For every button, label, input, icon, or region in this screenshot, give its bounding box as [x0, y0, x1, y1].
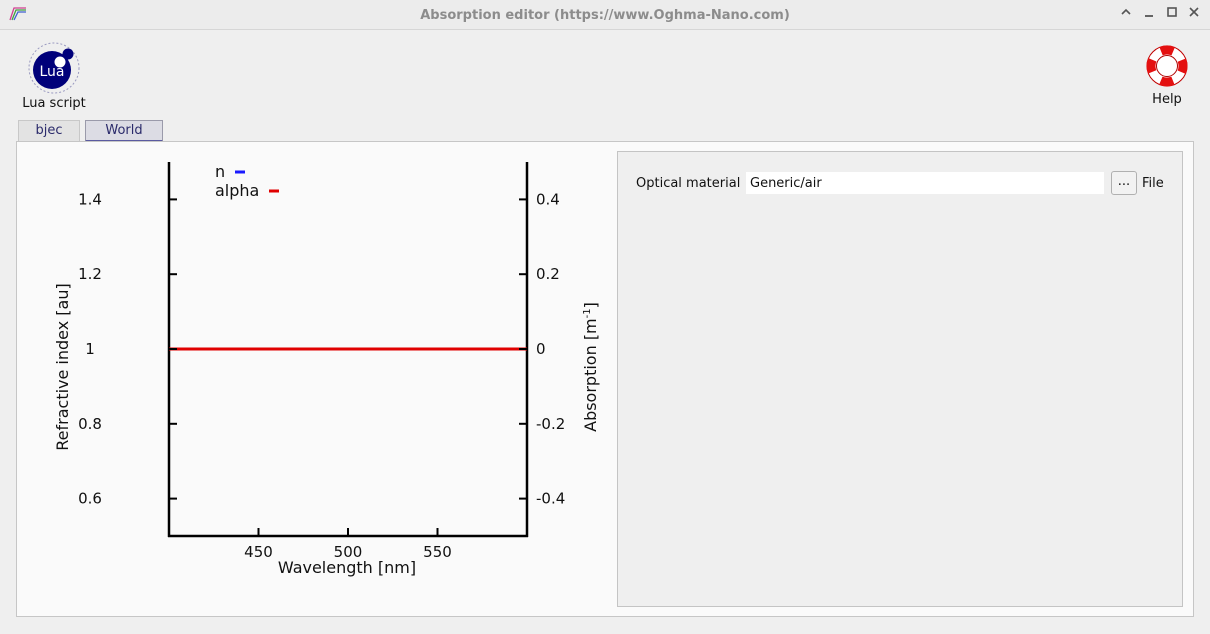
y-left-tick-label: 1.2	[78, 265, 102, 283]
y-left-tick-label: 0.8	[78, 415, 102, 433]
material-panel: Optical material ... File	[617, 151, 1183, 607]
y-left-tick-label: 1	[85, 340, 95, 358]
minimize-icon	[1145, 15, 1153, 17]
y-right-tick-label: 0	[536, 340, 546, 358]
y-right-tick-label: -0.4	[536, 490, 565, 508]
plot-labels: Wavelength [nm] Refractive index [au] Ab…	[53, 283, 600, 577]
optical-material-label: Optical material	[636, 176, 741, 191]
title-bar: Absorption editor (https://www.Oghma-Nan…	[0, 0, 1210, 30]
y-left-tick-label: 1.4	[78, 190, 102, 208]
y-left-tick-label: 0.6	[78, 490, 102, 508]
close-icon	[1189, 7, 1199, 17]
tab-panel: 450 500 550 0.6 0.8 1 1.2 1.4 -0.4 -0.2 0 0.2 0.4 Wa…	[16, 141, 1194, 617]
y-axis-right-label-sup: -1	[582, 308, 593, 318]
y-right-tick-label: 0.4	[536, 190, 560, 208]
lua-logo-text: Lua	[39, 64, 64, 80]
minimize-button[interactable]	[1141, 6, 1157, 24]
lua-script-label: Lua script	[22, 96, 86, 111]
x-tick-label: 450	[244, 543, 273, 561]
absorption-plot: 450 500 5500.60.811.21.4-0.4-0.200.20.4 Wa…	[53, 162, 600, 577]
close-button[interactable]	[1186, 6, 1202, 24]
lifebuoy-icon	[1146, 45, 1188, 87]
tab-world[interactable]: World	[85, 120, 163, 142]
tab-object[interactable]: bjec	[18, 120, 80, 142]
y-axis-left-label: Refractive index [au]	[53, 283, 72, 450]
optical-material-input[interactable]	[746, 172, 1104, 194]
help-button[interactable]: Help	[1136, 42, 1198, 107]
lua-script-button[interactable]: Lua Lua script	[18, 40, 90, 111]
plot-legend: nalpha	[215, 162, 279, 200]
browse-material-button[interactable]: ...	[1111, 171, 1137, 195]
file-label: File	[1142, 176, 1164, 191]
plot-ticks: 450 500 5500.60.811.21.4-0.4-0.200.20.4	[78, 190, 565, 561]
chevron-up-icon	[1121, 8, 1131, 15]
maximize-icon	[1167, 7, 1177, 17]
maximize-button[interactable]	[1164, 6, 1180, 24]
legend-label-n: n	[215, 162, 225, 181]
lua-logo-icon: Lua	[28, 42, 80, 94]
y-axis-right-label: Absorption [m-1]	[581, 302, 600, 432]
window-title: Absorption editor (https://www.Oghma-Nan…	[420, 8, 790, 23]
x-axis-label: Wavelength [nm]	[278, 558, 416, 577]
x-tick-label: 550	[423, 543, 452, 561]
y-axis-right-label-base: Absorption [m	[581, 318, 600, 432]
y-axis-right-label-end: ]	[581, 302, 600, 308]
legend-label-alpha: alpha	[215, 181, 259, 200]
help-label: Help	[1152, 92, 1182, 107]
y-right-tick-label: 0.2	[536, 265, 560, 283]
rollup-button[interactable]	[1118, 6, 1134, 24]
y-right-tick-label: -0.2	[536, 415, 565, 433]
